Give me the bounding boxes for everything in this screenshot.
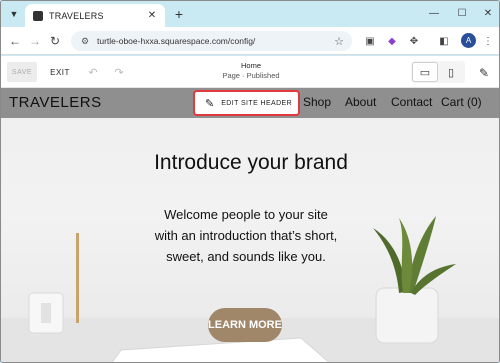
new-tab-icon[interactable]: +: [171, 6, 187, 22]
side-panel-icon[interactable]: ◧: [437, 34, 451, 48]
close-window-icon[interactable]: ✕: [473, 4, 499, 22]
address-bar[interactable]: ⚙ turtle-oboe-hxxa.squarespace.com/confi…: [71, 31, 352, 51]
pencil-icon: ✎: [205, 97, 215, 110]
url-text[interactable]: turtle-oboe-hxxa.squarespace.com/config/: [97, 36, 332, 46]
device-toggle: ▭ ▯: [411, 61, 465, 83]
close-tab-icon[interactable]: ✕: [145, 9, 159, 23]
extensions-puzzle-icon[interactable]: ✥: [407, 34, 421, 48]
reload-icon[interactable]: ↻: [47, 33, 63, 49]
hero-title: Introduce your brand: [154, 151, 348, 174]
page-status: Page · Published: [222, 71, 280, 80]
edit-site-header-button[interactable]: ✎ EDIT SITE HEADER: [193, 90, 300, 116]
site-styles-icon[interactable]: ✎: [475, 64, 493, 82]
exit-button[interactable]: EXIT: [47, 62, 73, 82]
page-info[interactable]: Home Page · Published: [201, 61, 301, 80]
more-menu-icon[interactable]: ⋮: [481, 34, 495, 48]
forward-icon[interactable]: →: [27, 33, 43, 49]
browser-tab[interactable]: TRAVELERS ✕: [25, 4, 165, 27]
nav-link-contact[interactable]: Contact: [391, 95, 432, 109]
tab-strip: ▼ TRAVELERS ✕ + — ☐ ✕: [1, 1, 499, 27]
browser-window: ▼ TRAVELERS ✕ + — ☐ ✕ ← → ↻ ⚙ turtle-obo…: [0, 0, 500, 363]
mobile-view-icon[interactable]: ▯: [439, 63, 463, 81]
profile-avatar[interactable]: A: [461, 33, 476, 48]
hero-text: Welcome people to your site with an intr…: [154, 207, 338, 264]
learn-more-button[interactable]: LEARN MORE: [208, 308, 282, 342]
save-button[interactable]: SAVE: [7, 62, 37, 82]
nav-link-cart[interactable]: Cart (0): [441, 95, 482, 109]
site-info-icon[interactable]: ⚙: [79, 35, 91, 47]
tab-title: TRAVELERS: [49, 10, 104, 21]
page-name: Home: [240, 61, 261, 70]
site-header[interactable]: TRAVELERS ✎ EDIT SITE HEADER Shop About …: [1, 88, 499, 118]
back-icon[interactable]: ←: [7, 33, 23, 49]
browser-toolbar: ← → ↻ ⚙ turtle-oboe-hxxa.squarespace.com…: [1, 27, 499, 55]
desktop-view-icon[interactable]: ▭: [413, 63, 437, 81]
nav-link-about[interactable]: About: [345, 95, 376, 109]
extension-icon[interactable]: ▣: [363, 34, 377, 48]
minimize-icon[interactable]: —: [419, 4, 449, 22]
redo-icon[interactable]: ↷: [111, 64, 127, 80]
extension-purple-icon[interactable]: ◆: [385, 34, 399, 48]
squarespace-favicon-icon: [33, 10, 43, 21]
bookmark-star-icon[interactable]: ☆: [332, 34, 346, 48]
nav-link-shop[interactable]: Shop: [303, 95, 331, 109]
tab-search-icon[interactable]: ▼: [5, 5, 23, 23]
edit-site-header-label: EDIT SITE HEADER: [221, 99, 293, 107]
site-preview: TRAVELERS ✎ EDIT SITE HEADER Shop About …: [1, 88, 499, 362]
site-logo[interactable]: TRAVELERS: [9, 94, 102, 111]
editor-toolbar: SAVE EXIT ↶ ↷ Home Page · Published ▭ ▯ …: [1, 56, 499, 88]
undo-icon[interactable]: ↶: [85, 64, 101, 80]
